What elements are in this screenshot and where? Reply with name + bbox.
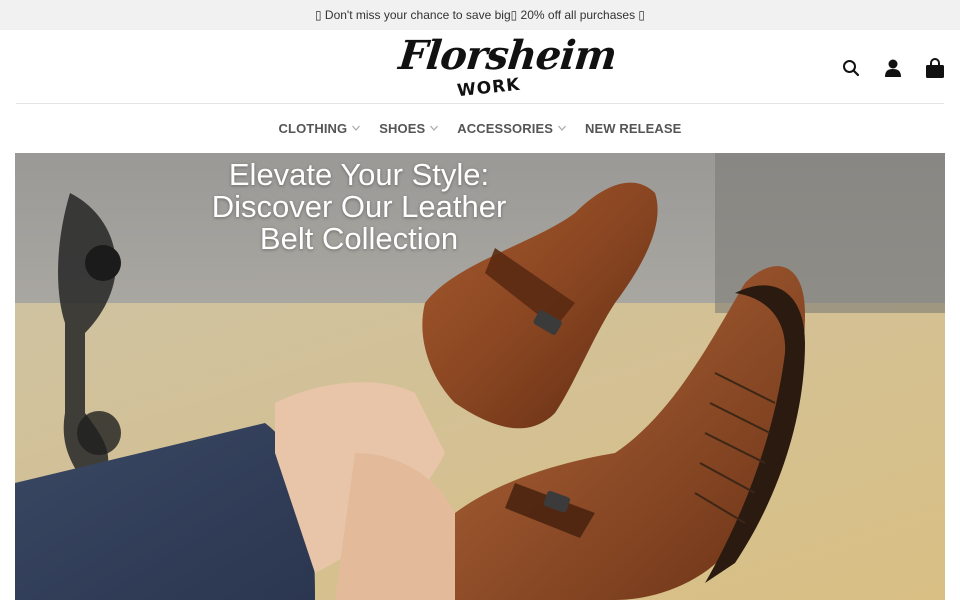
hero-banner[interactable]: Elevate Your Style: Discover Our Leather… [15,153,945,600]
announcement-bar: ▯ Don't miss your chance to save big▯ 20… [0,0,960,30]
nav-label: ACCESSORIES [457,120,553,136]
cart-icon[interactable] [924,57,946,79]
header-icons [840,54,946,82]
hero-title: Elevate Your Style: Discover Our Leather… [211,157,507,256]
announcement-text: ▯ Don't miss your chance to save big▯ 20… [314,8,646,22]
brand-logo[interactable]: Florsheim WORK [395,32,619,104]
nav-item-accessories[interactable]: ACCESSORIES [457,121,567,136]
nav-label: SHOES [379,120,426,136]
main-nav: CLOTHING SHOES ACCESSORIES NEW RELEASE [0,104,960,152]
nav-label: CLOTHING [278,120,348,136]
nav-item-new-release[interactable]: NEW RELEASE [585,121,681,136]
nav-item-shoes[interactable]: SHOES [379,121,439,136]
chevron-down-icon [430,125,439,131]
nav-item-clothing[interactable]: CLOTHING [279,121,362,136]
logo-script: Florsheim [396,32,619,79]
site-header: Florsheim WORK [0,30,960,103]
chevron-down-icon [352,125,361,131]
search-icon[interactable] [840,57,862,79]
account-icon[interactable] [882,57,904,79]
chevron-down-icon [558,125,566,131]
nav-label: NEW RELEASE [584,120,682,136]
